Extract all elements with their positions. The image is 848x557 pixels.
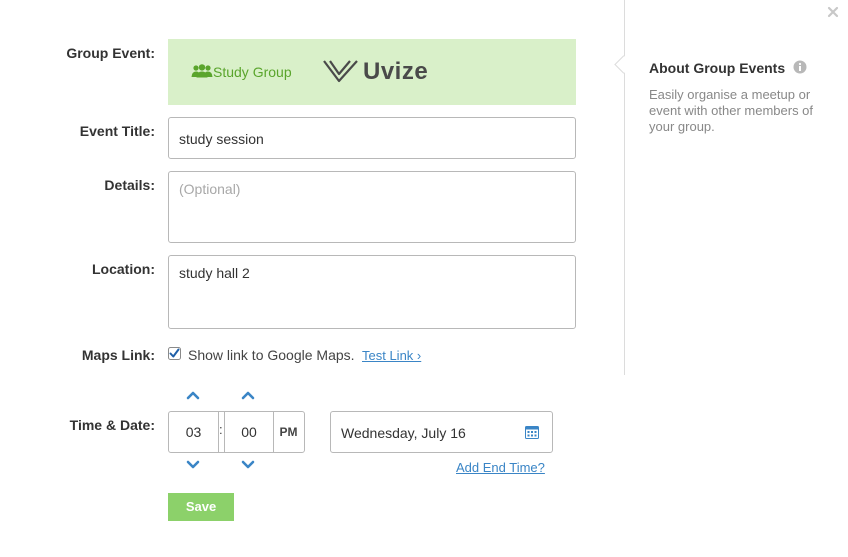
group-event-label: Group Event:	[66, 45, 155, 61]
time-picker: 03 : 00 PM	[168, 411, 305, 453]
details-placeholder: (Optional)	[179, 181, 241, 197]
details-textarea[interactable]: (Optional)	[168, 171, 576, 243]
hour-input[interactable]: 03	[169, 412, 219, 452]
group-name: Study Group	[213, 64, 292, 80]
hour-value: 03	[185, 424, 202, 440]
minute-input[interactable]: 00	[224, 412, 274, 452]
save-button[interactable]: Save	[168, 493, 234, 521]
chevron-down-icon	[186, 460, 200, 469]
add-end-time-link[interactable]: Add End Time?	[456, 460, 545, 475]
hour-up-button[interactable]	[186, 390, 200, 400]
uvize-logo-icon	[323, 59, 359, 88]
close-button[interactable]	[826, 5, 840, 19]
brand-name: Uvize	[363, 58, 429, 85]
chevron-up-icon	[186, 391, 200, 400]
panel-divider-notch	[614, 55, 633, 74]
test-link[interactable]: Test Link ›	[362, 348, 421, 363]
chevron-up-icon	[241, 391, 255, 400]
event-title-value: study session	[179, 131, 264, 147]
ampm-toggle[interactable]: PM	[273, 412, 304, 452]
event-title-input[interactable]: study session	[168, 117, 576, 159]
calendar-icon[interactable]	[525, 425, 539, 442]
minute-up-button[interactable]	[241, 390, 255, 400]
date-input[interactable]: Wednesday, July 16	[330, 411, 553, 453]
group-event-banner: Study Group Uvize	[168, 39, 576, 105]
sidebar-description: Easily organise a meetup or event with o…	[649, 87, 814, 134]
location-label: Location:	[92, 261, 155, 277]
event-title-label: Event Title:	[79, 123, 155, 139]
date-value: Wednesday, July 16	[341, 425, 466, 441]
sidebar-title: About Group Events	[649, 60, 786, 76]
minute-down-button[interactable]	[241, 460, 255, 470]
details-label: Details:	[104, 177, 155, 193]
hour-down-button[interactable]	[186, 460, 200, 470]
info-icon[interactable]	[793, 60, 807, 74]
chevron-down-icon	[241, 460, 255, 469]
close-icon	[827, 6, 839, 18]
save-label: Save	[185, 499, 217, 514]
minute-value: 00	[241, 424, 257, 440]
maps-link-text: Show link to Google Maps.	[188, 347, 355, 363]
time-separator: :	[219, 422, 223, 437]
time-date-label: Time & Date:	[69, 417, 155, 433]
location-value: study hall 2	[179, 265, 250, 281]
location-textarea[interactable]: study hall 2	[168, 255, 576, 329]
users-icon	[191, 64, 213, 83]
maps-link-label: Maps Link:	[81, 347, 155, 363]
maps-link-checkbox[interactable]	[168, 347, 181, 360]
ampm-value: PM	[279, 425, 298, 439]
